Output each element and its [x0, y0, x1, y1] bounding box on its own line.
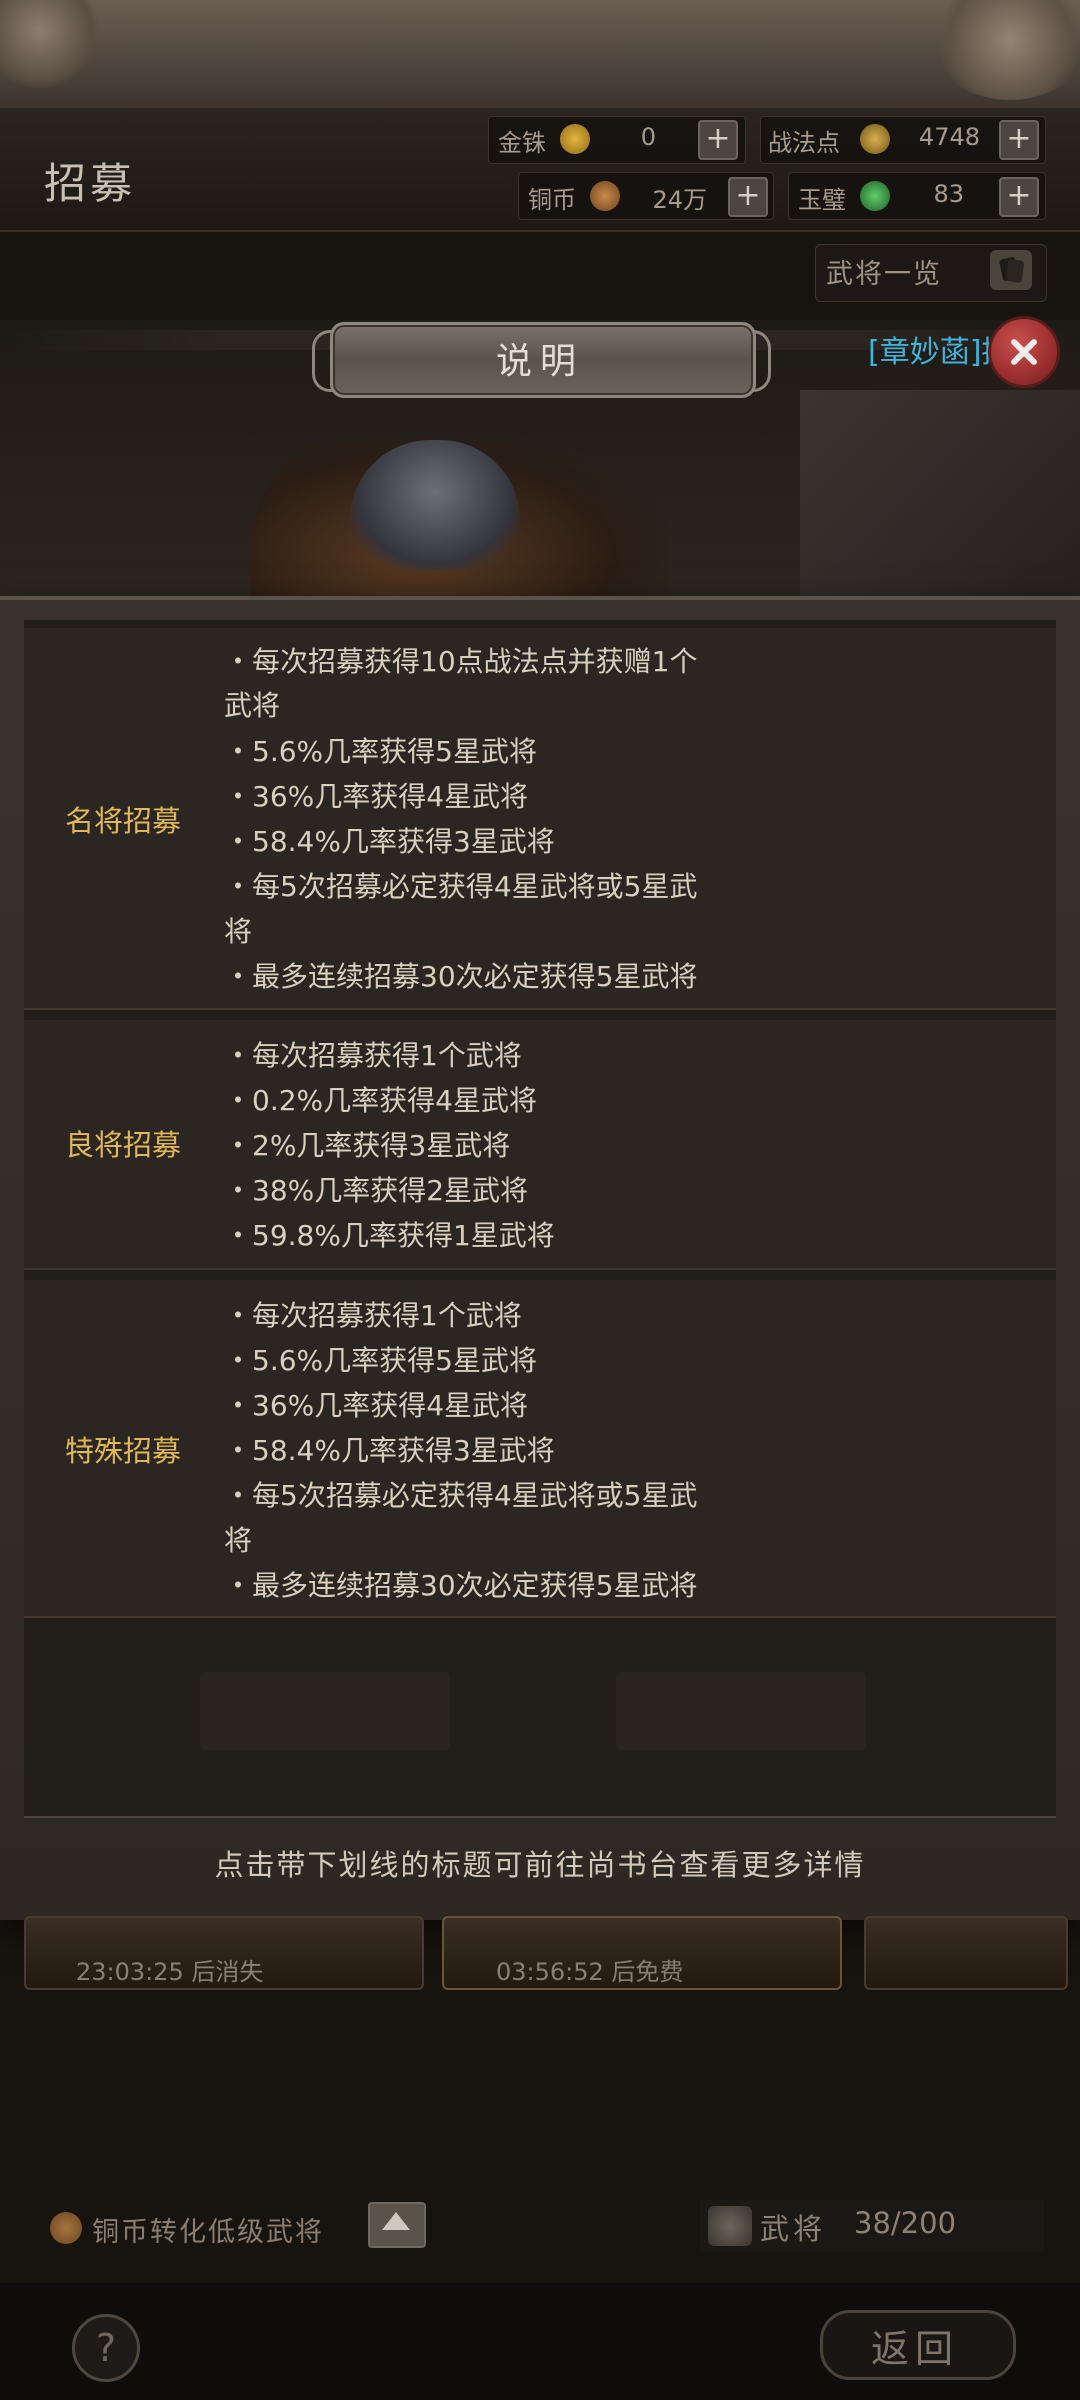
rule-line: ・5.6%几率获得5星武将	[224, 1344, 537, 1377]
card-timer-free: 03:56:52 后免费	[496, 1958, 684, 1986]
rule-line: ・36%几率获得4星武将	[224, 1389, 529, 1422]
section-famous-general-recruit: 名将招募 ・每次招募获得10点战法点并获赠1个 武将 ・5.6%几率获得5星武将…	[24, 628, 1056, 1010]
rule-line: ・58.4%几率获得3星武将	[224, 1434, 555, 1467]
tactic-point-icon	[860, 124, 890, 154]
back-label: 返回	[870, 2327, 959, 2371]
resource-tactic-points-label: 战法点	[768, 129, 840, 157]
copper-coin-icon	[50, 2212, 82, 2244]
rule-line: ・0.2%几率获得4星武将	[224, 1084, 537, 1117]
add-gold-pearl-button[interactable]: +	[698, 120, 738, 160]
section-label[interactable]: 良将招募	[38, 1122, 208, 1164]
section-special-recruit: 特殊招募 ・每次招募获得1个武将 ・5.6%几率获得5星武将 ・36%几率获得4…	[24, 1280, 1056, 1618]
expand-up-icon[interactable]	[368, 2202, 426, 2248]
page-title: 招募	[44, 159, 137, 208]
hero-count-label: 武将	[760, 2212, 827, 2246]
add-copper-button[interactable]: +	[728, 177, 768, 217]
resource-copper-value: 24万	[652, 186, 707, 214]
rule-line: 将	[224, 915, 253, 948]
rule-line: ・最多连续招募30次必定获得5星武将	[224, 960, 698, 993]
cloud-ornament-right	[930, 0, 1080, 100]
section-label[interactable]: 名将招募	[38, 798, 208, 840]
rule-line: ・36%几率获得4星武将	[224, 780, 529, 813]
card-timer-disappear: 23:03:25 后消失	[76, 1958, 264, 1986]
rule-line: ・每次招募获得1个武将	[224, 1039, 522, 1072]
hero-count-value: 38/200	[854, 2206, 957, 2240]
rule-line: ・38%几率获得2星武将	[224, 1174, 529, 1207]
rule-line: ・5.6%几率获得5星武将	[224, 735, 537, 768]
rule-line: 武将	[224, 689, 281, 722]
rule-line: ・每5次招募必定获得4星武将或5星武	[224, 870, 698, 903]
side-banner-art	[800, 390, 1080, 610]
cloud-ornament-left	[0, 0, 100, 90]
rule-line: ・每5次招募必定获得4星武将或5星武	[224, 1479, 698, 1512]
resource-gold-pearl-value: 0	[640, 123, 656, 151]
help-icon[interactable]: ?	[72, 2314, 140, 2382]
resource-tactic-points-value: 4748	[918, 123, 980, 151]
add-jade-button[interactable]: +	[999, 177, 1039, 217]
hero-cards-icon	[990, 250, 1032, 290]
resource-gold-pearl-label: 金铢	[498, 129, 546, 157]
footer-divider	[24, 1816, 1056, 1818]
rule-line: ・59.8%几率获得1星武将	[224, 1219, 555, 1252]
resource-jade-value: 83	[933, 180, 964, 208]
gold-pearl-coin-icon	[560, 124, 590, 154]
add-tactic-points-button[interactable]: +	[999, 120, 1039, 160]
rule-line: 将	[224, 1524, 253, 1557]
rule-line: ・58.4%几率获得3星武将	[224, 825, 555, 858]
section-good-general-recruit: 良将招募 ・每次招募获得1个武将 ・0.2%几率获得4星武将 ・2%几率获得3星…	[24, 1020, 1056, 1270]
resource-copper-label: 铜币	[528, 186, 576, 214]
resource-jade-label: 玉璧	[798, 186, 846, 214]
faded-recruit-button-left	[200, 1672, 450, 1750]
copper-coin-icon	[590, 181, 620, 211]
hero-list-label: 武将一览	[826, 259, 942, 290]
rule-line: ・每次招募获得1个武将	[224, 1299, 522, 1332]
recruit-card-extra[interactable]	[864, 1916, 1068, 1990]
convert-copper-label: 铜币转化低级武将	[92, 2217, 324, 2248]
dialog-title: 说明	[495, 341, 584, 382]
jade-disc-icon	[860, 181, 890, 211]
general-helmet-icon	[708, 2206, 752, 2246]
footer-note: 点击带下划线的标题可前往尚书台查看更多详情	[214, 1848, 866, 1882]
close-icon[interactable]	[988, 316, 1060, 388]
rule-line: ・最多连续招募30次必定获得5星武将	[224, 1569, 698, 1602]
section-label[interactable]: 特殊招募	[38, 1428, 208, 1470]
rule-line: ・2%几率获得3星武将	[224, 1129, 511, 1162]
top-decorative-banner	[0, 0, 1080, 108]
faded-recruit-button-right	[616, 1672, 866, 1750]
rule-line: ・每次招募获得10点战法点并获赠1个	[224, 645, 698, 678]
